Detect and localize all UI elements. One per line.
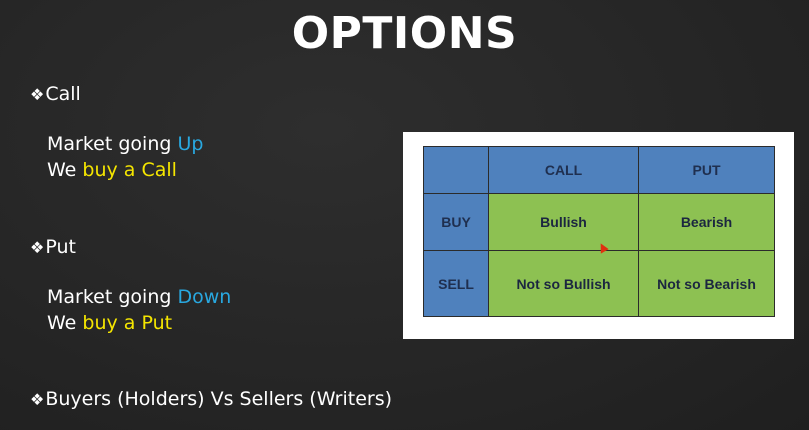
bullet-buyers-sellers-label: Buyers (Holders) Vs Sellers (Writers) [45, 388, 393, 410]
put-action: buy a Put [82, 312, 173, 334]
call-direction: Up [177, 133, 204, 155]
cell-buy-call: Bullish [488, 193, 639, 251]
options-table-panel: CALL PUT BUY Bullish Bearish SELL Not so… [403, 132, 794, 339]
diamond-bullet-icon: ❖ [30, 238, 45, 257]
row-header-sell: SELL [423, 250, 489, 317]
cell-sell-call: Not so Bullish [488, 250, 639, 317]
put-line-1: Market going Down [47, 285, 231, 310]
call-action: buy a Call [82, 159, 177, 181]
slide-title: OPTIONS [291, 8, 518, 59]
diamond-bullet-icon: ❖ [30, 390, 45, 409]
call-line-2: We buy a Call [47, 158, 177, 183]
column-header-call: CALL [488, 146, 639, 194]
cell-buy-put: Bearish [638, 193, 775, 251]
bullet-put-label: Put [45, 236, 76, 258]
bullet-put: ❖Put [30, 236, 76, 258]
row-header-buy: BUY [423, 193, 489, 251]
diamond-bullet-icon: ❖ [30, 85, 45, 104]
put-line-1-text: Market going [47, 286, 178, 308]
bullet-call-label: Call [45, 83, 81, 105]
column-header-put: PUT [638, 146, 775, 194]
table-header-row: CALL PUT [423, 146, 775, 194]
bullet-buyers-sellers: ❖Buyers (Holders) Vs Sellers (Writers) [30, 388, 392, 410]
cell-sell-put: Not so Bearish [638, 250, 775, 317]
table-row: BUY Bullish Bearish [423, 193, 775, 251]
table-corner-cell [423, 146, 489, 194]
table-row: SELL Not so Bullish Not so Bearish [423, 250, 775, 317]
call-line-2-text: We [47, 159, 83, 181]
put-line-2-text: We [47, 312, 83, 334]
put-direction: Down [177, 286, 232, 308]
call-line-1-text: Market going [47, 133, 178, 155]
put-line-2: We buy a Put [47, 311, 172, 336]
call-line-1: Market going Up [47, 132, 203, 157]
options-table: CALL PUT BUY Bullish Bearish SELL Not so… [423, 146, 775, 317]
bullet-call: ❖Call [30, 83, 81, 105]
